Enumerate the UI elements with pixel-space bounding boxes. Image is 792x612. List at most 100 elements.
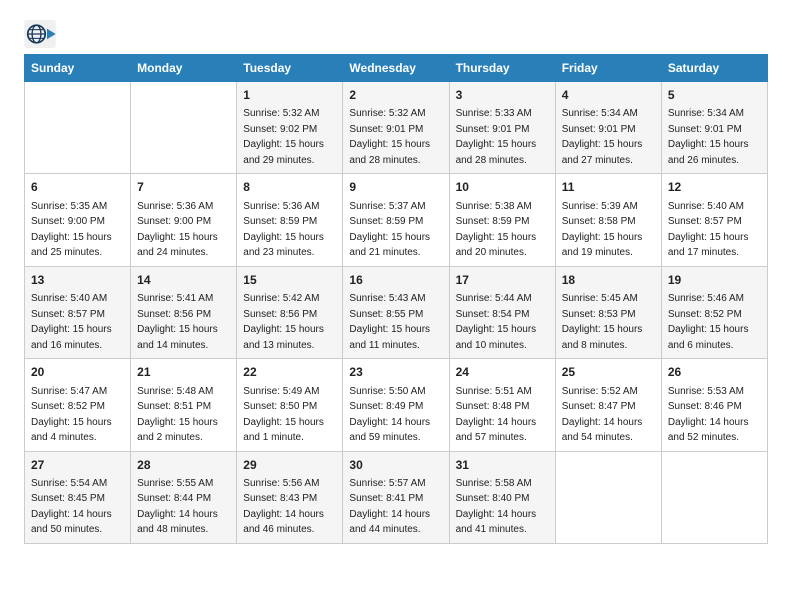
weekday-header-row: SundayMondayTuesdayWednesdayThursdayFrid… bbox=[25, 55, 768, 82]
calendar-cell: 27 Sunrise: 5:54 AM Sunset: 8:45 PM Dayli… bbox=[25, 451, 131, 543]
day-info: Sunrise: 5:54 AM Sunset: 8:45 PM Dayligh… bbox=[31, 478, 112, 536]
day-number: 24 bbox=[456, 364, 549, 381]
day-info: Sunrise: 5:33 AM Sunset: 9:01 PM Dayligh… bbox=[456, 108, 537, 166]
day-number: 18 bbox=[562, 272, 655, 289]
calendar-cell: 16 Sunrise: 5:43 AM Sunset: 8:55 PM Dayli… bbox=[343, 266, 449, 358]
day-number: 30 bbox=[349, 457, 442, 474]
calendar-cell: 23 Sunrise: 5:50 AM Sunset: 8:49 PM Dayli… bbox=[343, 359, 449, 451]
day-number: 2 bbox=[349, 87, 442, 104]
day-number: 29 bbox=[243, 457, 336, 474]
calendar-cell: 21 Sunrise: 5:48 AM Sunset: 8:51 PM Dayli… bbox=[131, 359, 237, 451]
day-info: Sunrise: 5:48 AM Sunset: 8:51 PM Dayligh… bbox=[137, 386, 218, 444]
calendar-cell: 13Sunrise: 5:40 AM Sunset: 8:57 PM Dayli… bbox=[25, 266, 131, 358]
day-info: Sunrise: 5:36 AM Sunset: 9:00 PM Dayligh… bbox=[137, 201, 218, 259]
calendar-cell: 29 Sunrise: 5:56 AM Sunset: 8:43 PM Dayli… bbox=[237, 451, 343, 543]
day-info: Sunrise: 5:51 AM Sunset: 8:48 PM Dayligh… bbox=[456, 386, 537, 444]
calendar-cell: 2 Sunrise: 5:32 AM Sunset: 9:01 PM Daylig… bbox=[343, 82, 449, 174]
day-number: 15 bbox=[243, 272, 336, 289]
day-number: 9 bbox=[349, 179, 442, 196]
calendar-cell: 4Sunrise: 5:34 AM Sunset: 9:01 PM Daylig… bbox=[555, 82, 661, 174]
day-number: 7 bbox=[137, 179, 230, 196]
calendar-table: SundayMondayTuesdayWednesdayThursdayFrid… bbox=[24, 54, 768, 544]
day-info: Sunrise: 5:34 AM Sunset: 9:01 PM Dayligh… bbox=[562, 108, 643, 166]
calendar-cell bbox=[661, 451, 767, 543]
calendar-cell: 3 Sunrise: 5:33 AM Sunset: 9:01 PM Daylig… bbox=[449, 82, 555, 174]
day-number: 3 bbox=[456, 87, 549, 104]
calendar-cell: 12Sunrise: 5:40 AM Sunset: 8:57 PM Dayli… bbox=[661, 174, 767, 266]
day-info: Sunrise: 5:43 AM Sunset: 8:55 PM Dayligh… bbox=[349, 293, 430, 351]
calendar-cell: 10Sunrise: 5:38 AM Sunset: 8:59 PM Dayli… bbox=[449, 174, 555, 266]
calendar-cell: 31Sunrise: 5:58 AM Sunset: 8:40 PM Dayli… bbox=[449, 451, 555, 543]
logo bbox=[24, 20, 60, 48]
day-info: Sunrise: 5:34 AM Sunset: 9:01 PM Dayligh… bbox=[668, 108, 749, 166]
page-header bbox=[24, 20, 768, 48]
day-info: Sunrise: 5:32 AM Sunset: 9:01 PM Dayligh… bbox=[349, 108, 430, 166]
day-info: Sunrise: 5:53 AM Sunset: 8:46 PM Dayligh… bbox=[668, 386, 749, 444]
day-number: 19 bbox=[668, 272, 761, 289]
calendar-cell: 30 Sunrise: 5:57 AM Sunset: 8:41 PM Dayli… bbox=[343, 451, 449, 543]
logo-icon bbox=[24, 20, 56, 48]
day-number: 23 bbox=[349, 364, 442, 381]
day-info: Sunrise: 5:47 AM Sunset: 8:52 PM Dayligh… bbox=[31, 386, 112, 444]
weekday-header: Sunday bbox=[25, 55, 131, 82]
calendar-cell: 11Sunrise: 5:39 AM Sunset: 8:58 PM Dayli… bbox=[555, 174, 661, 266]
calendar-cell: 20 Sunrise: 5:47 AM Sunset: 8:52 PM Dayli… bbox=[25, 359, 131, 451]
day-number: 1 bbox=[243, 87, 336, 104]
calendar-cell: 6 Sunrise: 5:35 AM Sunset: 9:00 PM Daylig… bbox=[25, 174, 131, 266]
day-info: Sunrise: 5:36 AM Sunset: 8:59 PM Dayligh… bbox=[243, 201, 324, 259]
calendar-cell: 5Sunrise: 5:34 AM Sunset: 9:01 PM Daylig… bbox=[661, 82, 767, 174]
calendar-cell: 19 Sunrise: 5:46 AM Sunset: 8:52 PM Dayli… bbox=[661, 266, 767, 358]
day-info: Sunrise: 5:41 AM Sunset: 8:56 PM Dayligh… bbox=[137, 293, 218, 351]
calendar-cell: 26 Sunrise: 5:53 AM Sunset: 8:46 PM Dayli… bbox=[661, 359, 767, 451]
day-number: 13 bbox=[31, 272, 124, 289]
day-info: Sunrise: 5:57 AM Sunset: 8:41 PM Dayligh… bbox=[349, 478, 430, 536]
day-info: Sunrise: 5:46 AM Sunset: 8:52 PM Dayligh… bbox=[668, 293, 749, 351]
calendar-week-row: 27 Sunrise: 5:54 AM Sunset: 8:45 PM Dayli… bbox=[25, 451, 768, 543]
day-info: Sunrise: 5:52 AM Sunset: 8:47 PM Dayligh… bbox=[562, 386, 643, 444]
day-number: 6 bbox=[31, 179, 124, 196]
day-number: 8 bbox=[243, 179, 336, 196]
weekday-header: Monday bbox=[131, 55, 237, 82]
day-number: 26 bbox=[668, 364, 761, 381]
day-number: 25 bbox=[562, 364, 655, 381]
calendar-cell bbox=[25, 82, 131, 174]
weekday-header: Tuesday bbox=[237, 55, 343, 82]
calendar-week-row: 20 Sunrise: 5:47 AM Sunset: 8:52 PM Dayli… bbox=[25, 359, 768, 451]
day-info: Sunrise: 5:42 AM Sunset: 8:56 PM Dayligh… bbox=[243, 293, 324, 351]
calendar-cell: 1 Sunrise: 5:32 AM Sunset: 9:02 PM Daylig… bbox=[237, 82, 343, 174]
day-info: Sunrise: 5:49 AM Sunset: 8:50 PM Dayligh… bbox=[243, 386, 324, 444]
day-number: 27 bbox=[31, 457, 124, 474]
calendar-cell bbox=[131, 82, 237, 174]
day-number: 20 bbox=[31, 364, 124, 381]
day-info: Sunrise: 5:37 AM Sunset: 8:59 PM Dayligh… bbox=[349, 201, 430, 259]
day-info: Sunrise: 5:44 AM Sunset: 8:54 PM Dayligh… bbox=[456, 293, 537, 351]
calendar-cell: 24 Sunrise: 5:51 AM Sunset: 8:48 PM Dayli… bbox=[449, 359, 555, 451]
calendar-cell: 7 Sunrise: 5:36 AM Sunset: 9:00 PM Daylig… bbox=[131, 174, 237, 266]
day-number: 21 bbox=[137, 364, 230, 381]
day-number: 22 bbox=[243, 364, 336, 381]
calendar-week-row: 13Sunrise: 5:40 AM Sunset: 8:57 PM Dayli… bbox=[25, 266, 768, 358]
calendar-week-row: 1 Sunrise: 5:32 AM Sunset: 9:02 PM Daylig… bbox=[25, 82, 768, 174]
calendar-cell: 17 Sunrise: 5:44 AM Sunset: 8:54 PM Dayli… bbox=[449, 266, 555, 358]
weekday-header: Thursday bbox=[449, 55, 555, 82]
day-number: 10 bbox=[456, 179, 549, 196]
day-info: Sunrise: 5:39 AM Sunset: 8:58 PM Dayligh… bbox=[562, 201, 643, 259]
day-number: 14 bbox=[137, 272, 230, 289]
day-number: 17 bbox=[456, 272, 549, 289]
calendar-week-row: 6 Sunrise: 5:35 AM Sunset: 9:00 PM Daylig… bbox=[25, 174, 768, 266]
day-number: 16 bbox=[349, 272, 442, 289]
calendar-cell: 9 Sunrise: 5:37 AM Sunset: 8:59 PM Daylig… bbox=[343, 174, 449, 266]
calendar-cell: 25 Sunrise: 5:52 AM Sunset: 8:47 PM Dayli… bbox=[555, 359, 661, 451]
calendar-cell: 14 Sunrise: 5:41 AM Sunset: 8:56 PM Dayli… bbox=[131, 266, 237, 358]
day-info: Sunrise: 5:50 AM Sunset: 8:49 PM Dayligh… bbox=[349, 386, 430, 444]
day-info: Sunrise: 5:32 AM Sunset: 9:02 PM Dayligh… bbox=[243, 108, 324, 166]
calendar-cell: 28Sunrise: 5:55 AM Sunset: 8:44 PM Dayli… bbox=[131, 451, 237, 543]
day-info: Sunrise: 5:56 AM Sunset: 8:43 PM Dayligh… bbox=[243, 478, 324, 536]
day-number: 12 bbox=[668, 179, 761, 196]
calendar-cell bbox=[555, 451, 661, 543]
calendar-cell: 22 Sunrise: 5:49 AM Sunset: 8:50 PM Dayli… bbox=[237, 359, 343, 451]
weekday-header: Saturday bbox=[661, 55, 767, 82]
day-info: Sunrise: 5:45 AM Sunset: 8:53 PM Dayligh… bbox=[562, 293, 643, 351]
calendar-cell: 8 Sunrise: 5:36 AM Sunset: 8:59 PM Daylig… bbox=[237, 174, 343, 266]
day-info: Sunrise: 5:35 AM Sunset: 9:00 PM Dayligh… bbox=[31, 201, 112, 259]
